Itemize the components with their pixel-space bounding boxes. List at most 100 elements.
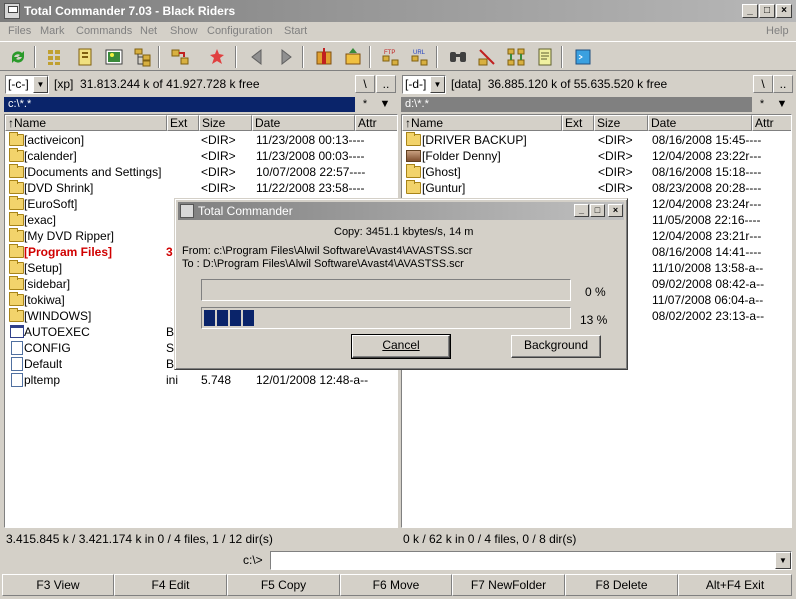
menu-commands[interactable]: Commands [76, 25, 132, 37]
f4-edit-button[interactable]: F4 Edit [114, 574, 227, 596]
f5-copy-button[interactable]: F5 Copy [227, 574, 340, 596]
menu-show[interactable]: Show [170, 25, 198, 37]
left-path-bar[interactable]: c:\*.* [4, 97, 355, 112]
alt-f4-exit-button[interactable]: Alt+F4 Exit [678, 574, 792, 596]
menu-mark[interactable]: Mark [40, 25, 64, 37]
menu-start[interactable]: Start [284, 25, 307, 37]
dialog-minimize-button[interactable]: _ [574, 204, 589, 217]
file-size: 5.748 [201, 373, 232, 387]
minimize-button[interactable]: _ [742, 4, 758, 18]
column-header-date[interactable]: Date [648, 115, 752, 131]
chevron-down-icon[interactable]: ▼ [775, 552, 791, 569]
progress-block [230, 310, 241, 326]
compare-dirs-icon[interactable] [170, 47, 190, 67]
column-header-size[interactable]: Size [199, 115, 252, 131]
f8-delete-button[interactable]: F8 Delete [565, 574, 678, 596]
left-history-button[interactable]: * [356, 97, 374, 112]
back-arrow-icon[interactable] [247, 47, 267, 67]
ftp-connect-icon[interactable]: FTP [381, 47, 401, 67]
f7-newfolder-button[interactable]: F7 NewFolder [452, 574, 565, 596]
column-header-ext[interactable]: Ext [562, 115, 594, 131]
file-name: [calender] [24, 149, 77, 163]
left-history-dropdown-icon[interactable]: ▼ [376, 97, 394, 112]
forward-arrow-icon[interactable] [276, 47, 296, 67]
file-icon [11, 357, 23, 371]
file-size: <DIR> [598, 133, 633, 147]
column-header-date[interactable]: Date [252, 115, 355, 131]
right-up-button[interactable]: .. [773, 75, 793, 93]
column-header-name[interactable]: ↑Name [5, 115, 167, 131]
background-button[interactable]: Background [511, 335, 601, 358]
pack-files-icon[interactable] [314, 47, 334, 67]
file-row[interactable]: [activeicon] <DIR> 11/23/2008 00:13---- [5, 132, 397, 148]
column-header-size[interactable]: Size [594, 115, 648, 131]
file-name: [Program Files] [24, 245, 113, 259]
multi-rename-icon[interactable] [477, 47, 497, 67]
sync-dirs-icon[interactable] [506, 47, 526, 67]
file-ext: 3 [166, 245, 173, 259]
right-history-dropdown-icon[interactable]: ▼ [773, 97, 791, 112]
refresh-icon[interactable] [8, 47, 28, 67]
dialog-title-bar[interactable]: Total Commander _ □ × [178, 202, 624, 220]
file-row[interactable]: [DVD Shrink] <DIR> 11/22/2008 23:58---- [5, 180, 397, 196]
f6-move-button[interactable]: F6 Move [340, 574, 452, 596]
column-header-name[interactable]: ↑Name [402, 115, 562, 131]
cmdline-input[interactable] [270, 551, 792, 570]
file-row[interactable]: [Folder Denny] <DIR> 12/04/2008 23:22r--- [402, 148, 791, 164]
full-view-icon[interactable] [75, 47, 95, 67]
copy-speed: Copy: 3451.1 kbytes/s, 14 m [334, 226, 474, 238]
cmd-prompt-icon[interactable] [573, 47, 593, 67]
f3-view-button[interactable]: F3 View [2, 574, 114, 596]
select-files-icon[interactable] [207, 47, 227, 67]
file-name: [Documents and Settings] [24, 165, 162, 179]
tree-view-icon[interactable] [133, 47, 153, 67]
column-header-attr[interactable]: Attr [752, 115, 791, 131]
right-drive-select[interactable]: [-d-] ▼ [402, 75, 446, 94]
copy-progress-dialog[interactable]: Total Commander _ □ × Copy: 3451.1 kbyte… [174, 198, 628, 370]
maximize-button[interactable]: □ [759, 4, 775, 18]
progress-block [217, 310, 228, 326]
right-path-bar[interactable]: d:\*.* [401, 97, 752, 112]
menu-files[interactable]: Files [8, 25, 31, 37]
file-row[interactable]: [calender] <DIR> 11/23/2008 00:03---- [5, 148, 397, 164]
file-row[interactable]: [DRIVER BACKUP] <DIR> 08/16/2008 15:45---- [402, 132, 791, 148]
file-ext: ini [166, 373, 179, 387]
chevron-down-icon[interactable]: ▼ [430, 76, 445, 93]
folder-icon [9, 132, 24, 146]
dialog-close-button[interactable]: × [608, 204, 623, 217]
right-root-button[interactable]: \ [753, 75, 773, 93]
left-root-button[interactable]: \ [355, 75, 375, 93]
menu-help[interactable]: Help [766, 25, 789, 37]
left-up-button[interactable]: .. [376, 75, 396, 93]
unpack-files-icon[interactable] [343, 47, 363, 67]
menu-bar: Files Mark Commands Net Show Configurati… [0, 22, 796, 41]
folder-icon [9, 212, 24, 226]
left-drive-select[interactable]: [-c-] ▼ [5, 75, 49, 94]
folder-icon [9, 260, 24, 274]
program-icon [10, 325, 24, 338]
column-header-ext[interactable]: Ext [167, 115, 199, 131]
toolbar: FTP URL [0, 41, 796, 71]
title-bar[interactable]: Total Commander 7.03 - Black Riders _ □ … [0, 0, 796, 22]
menu-configuration[interactable]: Configuration [207, 25, 272, 37]
file-row[interactable]: [Ghost] <DIR> 08/16/2008 15:18---- [402, 164, 791, 180]
brief-view-icon[interactable] [46, 47, 66, 67]
thumbnail-view-icon[interactable] [104, 47, 124, 67]
cancel-button[interactable]: Cancel [351, 334, 451, 359]
url-download-icon[interactable]: URL [410, 47, 430, 67]
dialog-maximize-button[interactable]: □ [590, 204, 605, 217]
close-button[interactable]: × [776, 4, 792, 18]
file-size: <DIR> [201, 181, 236, 195]
find-files-icon[interactable] [448, 47, 468, 67]
column-header-attr[interactable]: Attr [355, 115, 397, 131]
file-row[interactable]: [Documents and Settings] <DIR> 10/07/2008 … [5, 164, 397, 180]
dialog-title: Total Commander [198, 204, 293, 218]
left-drive-info: [xp] 31.813.244 k of 41.927.728 k free [54, 77, 260, 91]
file-row[interactable]: pltemp ini 5.748 12/01/2008 12:48-a-- [5, 372, 397, 388]
notepad-icon[interactable] [535, 47, 555, 67]
file-ext: S [166, 341, 175, 355]
right-history-button[interactable]: * [753, 97, 771, 112]
chevron-down-icon[interactable]: ▼ [33, 76, 48, 93]
menu-net[interactable]: Net [140, 25, 157, 37]
file-row[interactable]: [Guntur] <DIR> 08/23/2008 20:28---- [402, 180, 791, 196]
